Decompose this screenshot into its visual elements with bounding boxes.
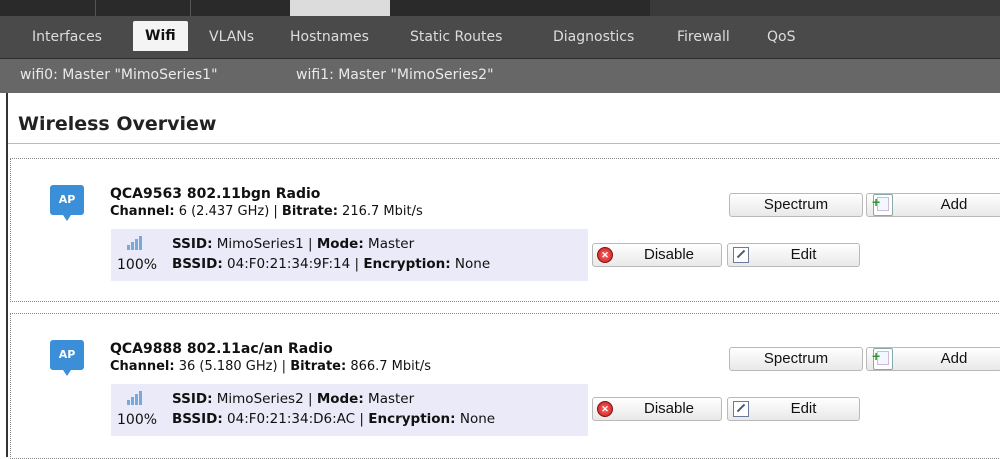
signal-strength-icon [127, 236, 147, 250]
mode-value: Master [363, 236, 415, 252]
bitrate-label: Bitrate: [281, 204, 338, 219]
disable-button-label: Disable [643, 246, 695, 263]
tab-qos[interactable]: QoS [761, 24, 801, 50]
network-info: SSID: MimoSeries1 | Mode: Master BSSID: … [172, 234, 490, 274]
add-button[interactable]: + Add [866, 193, 1000, 217]
bitrate-label: Bitrate: [290, 359, 347, 374]
encryption-label: Encryption: [363, 256, 451, 272]
add-button-label: Add [940, 196, 968, 213]
channel-value: 36 (5.180 GHz) | [174, 359, 291, 374]
ssid-label: SSID: [172, 391, 213, 407]
network-ssid-line: SSID: MimoSeries1 | Mode: Master [172, 234, 490, 254]
channel-value: 6 (2.437 GHz) | [174, 204, 282, 219]
disable-icon: ✕ [597, 247, 613, 263]
ap-badge: AP [50, 340, 84, 376]
edit-icon [733, 247, 749, 263]
bssid-label: BSSID: [172, 256, 223, 272]
heading-divider [8, 143, 1000, 144]
network-info: SSID: MimoSeries2 | Mode: Master BSSID: … [172, 389, 495, 429]
top-menu-segment [650, 0, 1000, 16]
ap-badge-tail [63, 215, 71, 221]
top-menu-segment [190, 0, 291, 16]
mode-label: Mode: [316, 236, 364, 252]
spectrum-button[interactable]: Spectrum [729, 193, 863, 217]
spectrum-button[interactable]: Spectrum [729, 347, 863, 371]
disable-icon: ✕ [597, 401, 613, 417]
network-bssid-line: BSSID: 04:F0:21:34:D6:AC | Encryption: N… [172, 409, 495, 429]
radio-info: Channel: 36 (5.180 GHz) | Bitrate: 866.7… [110, 359, 431, 374]
signal-percent: 100% [117, 412, 158, 428]
mode-label: Mode: [316, 391, 364, 407]
disable-button[interactable]: ✕ Disable [592, 243, 722, 267]
mode-value: Master [363, 391, 415, 407]
signal-percent: 100% [117, 257, 158, 273]
top-menu-strip [0, 0, 1000, 16]
channel-label: Channel: [110, 359, 175, 374]
ap-badge-tail [63, 370, 71, 376]
encryption-value: None [455, 411, 496, 427]
top-menu-segment [0, 0, 96, 16]
edit-button[interactable]: Edit [727, 397, 860, 421]
network-ssid-line: SSID: MimoSeries2 | Mode: Master [172, 389, 495, 409]
add-button-label: Add [940, 350, 968, 367]
edit-icon [733, 401, 749, 417]
ap-badge: AP [50, 185, 84, 221]
tab-interfaces[interactable]: Interfaces [26, 24, 108, 50]
add-button[interactable]: + Add [866, 347, 1000, 371]
radio-name: QCA9563 802.11bgn Radio [110, 186, 321, 202]
spectrum-button-label: Spectrum [763, 350, 829, 367]
signal-strength-icon [127, 391, 147, 405]
tab-hostnames[interactable]: Hostnames [284, 24, 375, 50]
edit-button-label: Edit [790, 246, 817, 263]
ssid-value: MimoSeries1 | [212, 236, 317, 252]
top-menu-active-segment [290, 0, 390, 16]
bssid-label: BSSID: [172, 411, 223, 427]
radio-info: Channel: 6 (2.437 GHz) | Bitrate: 216.7 … [110, 204, 423, 219]
encryption-value: None [450, 256, 491, 272]
top-menu-segment [95, 0, 191, 16]
ssid-label: SSID: [172, 236, 213, 252]
encryption-label: Encryption: [368, 411, 456, 427]
bitrate-value: 866.7 Mbit/s [346, 359, 431, 374]
bssid-value: 04:F0:21:34:9F:14 | [222, 256, 364, 272]
edit-button-label: Edit [790, 400, 817, 417]
tab-wifi[interactable]: Wifi [133, 21, 188, 51]
tab-vlans[interactable]: VLANs [203, 24, 260, 50]
subtab-wifi1[interactable]: wifi1: Master "MimoSeries2" [296, 60, 494, 90]
tab-static-routes[interactable]: Static Routes [404, 24, 508, 50]
spectrum-button-label: Spectrum [763, 196, 829, 213]
radio-name: QCA9888 802.11ac/an Radio [110, 341, 333, 357]
ssid-value: MimoSeries2 | [212, 391, 317, 407]
bitrate-value: 216.7 Mbit/s [337, 204, 423, 219]
bssid-value: 04:F0:21:34:D6:AC | [222, 411, 369, 427]
ap-badge-label: AP [58, 348, 76, 361]
add-network-icon: + [872, 194, 893, 216]
page-title: Wireless Overview [18, 113, 217, 135]
disable-button-label: Disable [643, 400, 695, 417]
ap-badge-label: AP [58, 193, 76, 206]
edit-button[interactable]: Edit [727, 243, 860, 267]
disable-button[interactable]: ✕ Disable [592, 397, 722, 421]
subtab-wifi0[interactable]: wifi0: Master "MimoSeries1" [20, 60, 218, 90]
add-network-icon: + [872, 348, 893, 370]
tab-firewall[interactable]: Firewall [671, 24, 736, 50]
tab-diagnostics[interactable]: Diagnostics [547, 24, 640, 50]
channel-label: Channel: [110, 204, 175, 219]
network-bssid-line: BSSID: 04:F0:21:34:9F:14 | Encryption: N… [172, 254, 490, 274]
